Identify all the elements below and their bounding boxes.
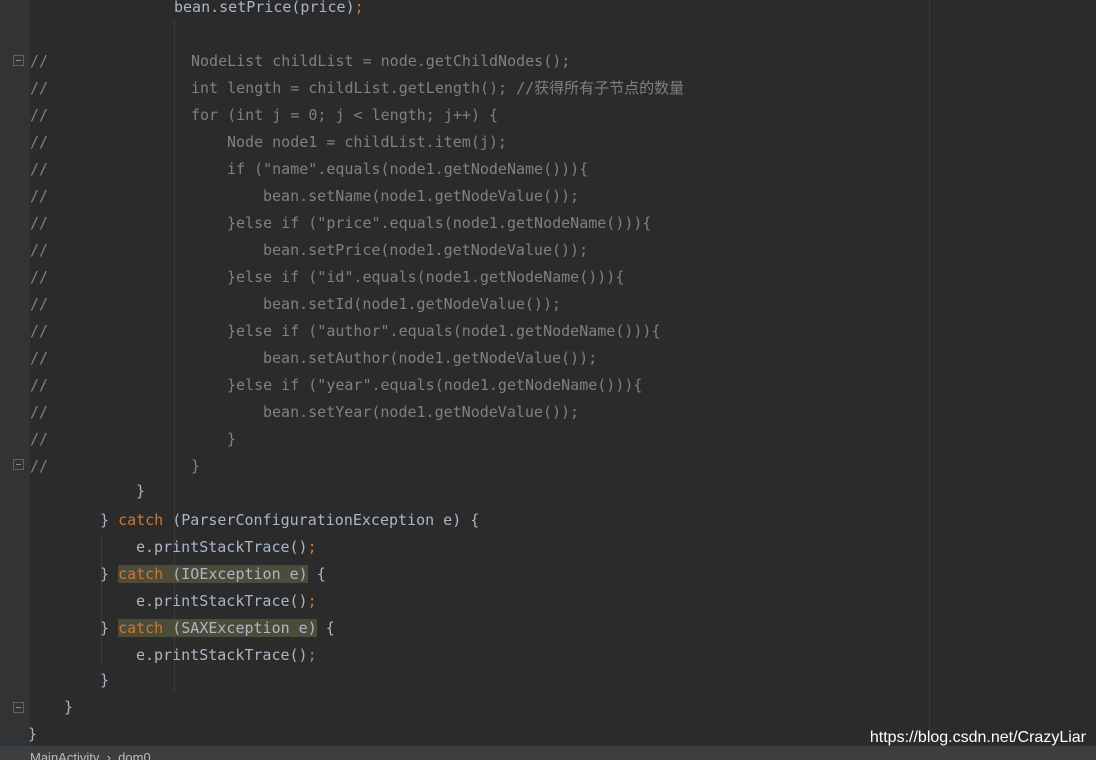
watermark-url: https://blog.csdn.net/CrazyLiar	[869, 729, 1086, 746]
code-line-catch-3: } catch (SAXException e) {	[100, 619, 335, 637]
code-line-catch-2: } catch (IOException e) {	[100, 565, 326, 583]
code-line-close-method: }	[64, 698, 74, 716]
editor-gutter	[0, 0, 30, 746]
breadcrumb-bar: MainActivity › dom0	[0, 746, 1096, 760]
code-line-catch-1: } catch (ParserConfigurationException e)…	[100, 511, 480, 529]
code-line-close-for: }	[136, 482, 146, 500]
code-line-print-3: e.printStackTrace();	[136, 646, 317, 664]
code-line-close-class: }	[28, 725, 38, 743]
code-line-1: bean.setPrice(price);	[174, 0, 364, 16]
fold-end-icon-2[interactable]	[13, 702, 24, 713]
fold-end-icon[interactable]	[13, 459, 24, 470]
code-line-close-try: }	[100, 671, 110, 689]
right-margin-guide	[929, 0, 930, 746]
code-line-print-1: e.printStackTrace();	[136, 538, 317, 556]
indent-guide	[101, 533, 102, 667]
breadcrumb: MainActivity › dom0	[30, 750, 151, 760]
fold-collapse-icon[interactable]	[13, 55, 24, 66]
code-line-print-2: e.printStackTrace();	[136, 592, 317, 610]
breadcrumb-separator: ›	[106, 750, 111, 760]
breadcrumb-item-dom0[interactable]: dom0	[118, 750, 151, 760]
breadcrumb-item-mainactivity[interactable]: MainActivity	[30, 750, 99, 760]
